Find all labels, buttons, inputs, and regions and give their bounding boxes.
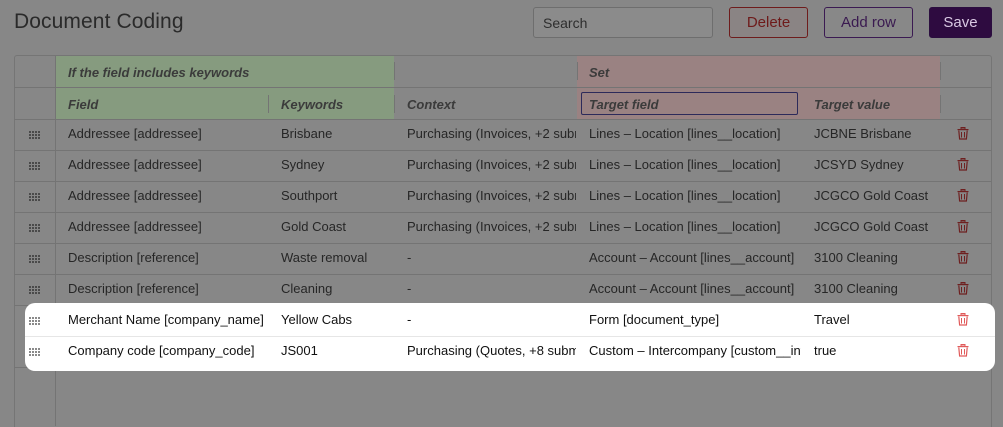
row-divider	[14, 212, 992, 213]
row-divider	[14, 243, 992, 244]
column-header-target-value[interactable]: Target value	[814, 97, 890, 112]
keywords-cell[interactable]: Sydney	[281, 157, 391, 172]
keywords-cell[interactable]: JS001	[281, 343, 391, 358]
column-divider	[394, 95, 395, 113]
add-row-button[interactable]: Add row	[824, 7, 913, 38]
row-divider	[14, 181, 992, 182]
target-field-cell[interactable]: Lines – Location [lines__location]	[589, 157, 801, 172]
target-value-cell[interactable]: true	[814, 343, 938, 358]
drag-handle-icon[interactable]	[29, 162, 41, 170]
drag-handle-icon[interactable]	[29, 286, 41, 294]
context-cell[interactable]: Purchasing (Quotes, +8 subm	[407, 343, 576, 358]
drag-handle-icon[interactable]	[29, 193, 41, 201]
context-cell[interactable]: -	[407, 250, 576, 265]
target-field-cell[interactable]: Account – Account [lines__account]	[589, 281, 801, 296]
keywords-cell[interactable]: Waste removal	[281, 250, 391, 265]
field-cell[interactable]: Addressee [addressee]	[68, 126, 266, 141]
column-divider	[940, 62, 941, 80]
column-divider	[940, 95, 941, 113]
column-header-keywords[interactable]: Keywords	[281, 97, 343, 112]
condition-group-header: If the field includes keywords	[68, 65, 250, 80]
field-cell[interactable]: Addressee [addressee]	[68, 219, 266, 234]
trash-icon[interactable]	[957, 344, 969, 357]
column-divider	[268, 95, 269, 113]
trash-icon[interactable]	[957, 158, 969, 171]
target-value-cell[interactable]: 3100 Cleaning	[814, 250, 938, 265]
context-cell[interactable]: Purchasing (Invoices, +2 subm	[407, 188, 576, 203]
keywords-cell[interactable]: Gold Coast	[281, 219, 391, 234]
column-header-field[interactable]: Field	[68, 97, 98, 112]
context-cell[interactable]: Purchasing (Invoices, +2 subm	[407, 219, 576, 234]
target-field-cell[interactable]: Custom – Intercompany [custom__int	[589, 343, 801, 358]
field-cell[interactable]: Description [reference]	[68, 250, 266, 265]
target-field-cell[interactable]: Lines – Location [lines__location]	[589, 126, 801, 141]
column-header-target-field[interactable]: Target field	[589, 97, 659, 112]
keywords-cell[interactable]: Brisbane	[281, 126, 391, 141]
page-title: Document Coding	[14, 10, 184, 33]
drag-handle-icon[interactable]	[29, 317, 41, 325]
column-divider	[577, 62, 578, 80]
search-input[interactable]	[533, 7, 713, 38]
target-value-cell[interactable]: 3100 Cleaning	[814, 281, 938, 296]
target-field-cell[interactable]: Lines – Location [lines__location]	[589, 188, 801, 203]
context-cell[interactable]: Purchasing (Invoices, +2 subm	[407, 126, 576, 141]
context-cell[interactable]: -	[407, 281, 576, 296]
document-coding-page: Document Coding Delete Add row Save If t…	[0, 0, 1003, 427]
target-value-cell[interactable]: JCGCO Gold Coast	[814, 219, 938, 234]
row-divider	[14, 87, 992, 88]
target-field-cell[interactable]: Account – Account [lines__account]	[589, 250, 801, 265]
delete-button[interactable]: Delete	[729, 7, 808, 38]
field-cell[interactable]: Addressee [addressee]	[68, 188, 266, 203]
target-field-cell[interactable]: Form [document_type]	[589, 312, 801, 327]
trash-icon[interactable]	[957, 282, 969, 295]
context-cell[interactable]: -	[407, 312, 576, 327]
keywords-cell[interactable]: Yellow Cabs	[281, 312, 391, 327]
field-cell[interactable]: Company code [company_code]	[68, 343, 266, 358]
keywords-cell[interactable]: Southport	[281, 188, 391, 203]
field-cell[interactable]: Addressee [addressee]	[68, 157, 266, 172]
action-group-header: Set	[589, 65, 610, 80]
target-value-cell[interactable]: Travel	[814, 312, 938, 327]
drag-handle-icon[interactable]	[29, 255, 41, 263]
trash-icon[interactable]	[957, 220, 969, 233]
row-divider	[14, 274, 992, 275]
target-field-cell[interactable]: Lines – Location [lines__location]	[589, 219, 801, 234]
trash-icon[interactable]	[957, 251, 969, 264]
drag-handle-icon[interactable]	[29, 348, 41, 356]
trash-icon[interactable]	[957, 189, 969, 202]
context-cell[interactable]: Purchasing (Invoices, +2 subm	[407, 157, 576, 172]
column-divider	[394, 62, 395, 80]
field-cell[interactable]: Merchant Name [company_name]	[68, 312, 266, 327]
keywords-cell[interactable]: Cleaning	[281, 281, 391, 296]
trash-icon[interactable]	[957, 127, 969, 140]
row-divider	[14, 119, 992, 120]
target-value-cell[interactable]: JCBNE Brisbane	[814, 126, 938, 141]
target-value-cell[interactable]: JCSYD Sydney	[814, 157, 938, 172]
trash-icon[interactable]	[957, 313, 969, 326]
row-divider	[25, 336, 995, 337]
save-button[interactable]: Save	[929, 7, 992, 38]
drag-handle-icon[interactable]	[29, 224, 41, 232]
target-value-cell[interactable]: JCGCO Gold Coast	[814, 188, 938, 203]
field-cell[interactable]: Description [reference]	[68, 281, 266, 296]
drag-handle-icon[interactable]	[29, 131, 41, 139]
column-header-context[interactable]: Context	[407, 97, 455, 112]
row-divider	[14, 150, 992, 151]
